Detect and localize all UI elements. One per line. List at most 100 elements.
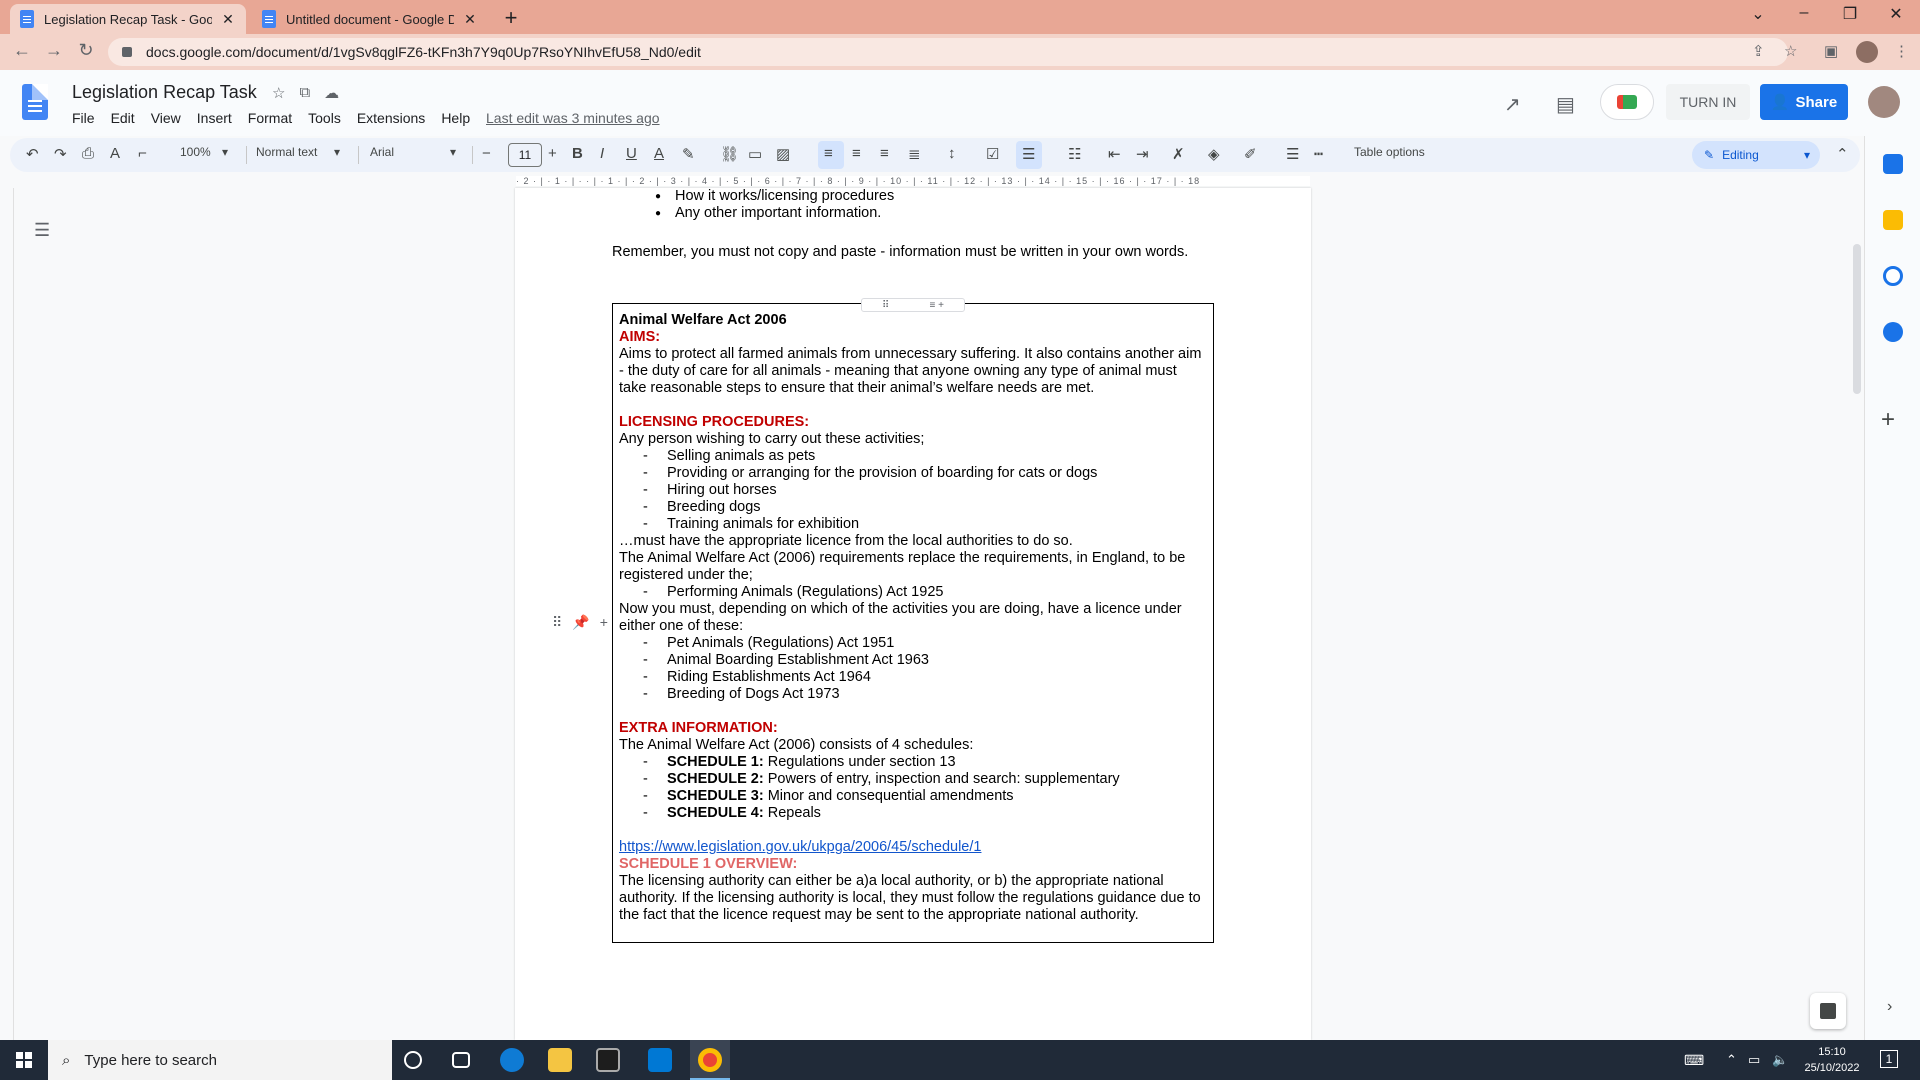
paint-format-icon[interactable]: ⌐ [138,145,147,162]
account-avatar[interactable] [1868,86,1900,118]
image-icon[interactable]: ▨ [776,145,790,163]
cell-fill-icon[interactable]: ◈ [1208,145,1220,163]
bookmark-star-icon[interactable]: ☆ [1784,42,1797,60]
notification-count[interactable]: 1 [1880,1050,1898,1068]
turn-in-button[interactable]: TURN IN [1666,84,1750,120]
style-chevron-icon[interactable]: ▾ [334,145,340,159]
menu-format[interactable]: Format [248,110,292,126]
tasks-icon[interactable] [1883,266,1903,286]
calendar-icon[interactable] [1883,154,1903,174]
increase-font-size-icon[interactable]: + [548,145,557,162]
zoom-chevron-icon[interactable]: ▾ [222,145,228,159]
legislation-link[interactable]: https://www.legislation.gov.uk/ukpga/200… [619,839,1207,856]
clear-formatting-icon[interactable]: ✗ [1172,145,1185,163]
back-button[interactable]: ← [10,40,34,61]
volume-icon[interactable]: 🔈 [1772,1052,1788,1068]
document-page[interactable]: How it works/licensing procedures Any ot… [515,188,1311,1040]
align-left-icon[interactable]: ≡ [824,145,833,162]
table-cell[interactable]: Animal Welfare Act 2006 AIMS: Aims to pr… [619,312,1207,924]
content-table[interactable]: ⠿ ≡ + Animal Welfare Act 2006 AIMS: Aims… [612,298,1214,943]
browser-tab-untitled[interactable]: Untitled document - Google Doc ✕ [252,4,488,34]
share-button[interactable]: 👤 Share [1760,84,1848,120]
justify-icon[interactable]: ≣ [908,145,921,163]
menu-file[interactable]: File [72,110,95,126]
redo-icon[interactable]: ↷ [54,145,67,163]
font-select[interactable]: Arial [370,145,394,159]
mail-icon[interactable] [648,1048,672,1072]
menu-edit[interactable]: Edit [111,110,135,126]
menu-help[interactable]: Help [441,110,470,126]
restore-button[interactable]: ❐ [1830,4,1870,24]
store-icon[interactable] [596,1048,620,1072]
forward-button[interactable]: → [42,40,66,61]
link-icon[interactable]: ⛓ [720,145,739,163]
increase-indent-icon[interactable]: ⇥ [1136,145,1149,163]
text-color-icon[interactable]: A [654,145,664,162]
meet-button[interactable] [1600,84,1654,120]
taskbar-search[interactable]: ⌕ Type here to search [48,1040,392,1080]
bulleted-list-icon[interactable]: ☰ [1022,145,1035,163]
table-options-button[interactable]: Table options [1354,145,1425,159]
add-row-icon[interactable]: + [600,614,608,631]
explore-button[interactable] [1810,993,1846,1029]
comment-icon[interactable]: ▭ [748,145,762,163]
zoom-select[interactable]: 100% [180,145,211,159]
line-spacing-icon[interactable]: ↕ [948,145,956,162]
keyboard-icon[interactable]: ⌨ [1684,1052,1704,1068]
editing-mode-select[interactable]: ✎ Editing ▾ [1692,141,1820,169]
border-width-icon[interactable]: ☰ [1286,145,1299,163]
border-dash-icon[interactable]: ┅ [1314,145,1323,163]
ruler-scale[interactable]: · 2 · | · 1 · | · · | · 1 · | · 2 · | · … [516,176,1310,186]
edge-icon[interactable] [500,1048,524,1072]
italic-icon[interactable]: I [600,145,604,162]
menu-insert[interactable]: Insert [197,110,232,126]
underline-icon[interactable]: U [626,145,637,162]
menu-extensions[interactable]: Extensions [357,110,425,126]
star-icon[interactable]: ☆ [272,84,285,102]
cortana-icon[interactable] [404,1051,422,1069]
keep-icon[interactable] [1883,210,1903,230]
font-size-input[interactable]: 11 [508,143,542,167]
browser-profile-avatar[interactable] [1856,41,1878,63]
close-tab-icon[interactable]: ✕ [462,11,478,28]
network-icon[interactable]: ▭ [1748,1052,1760,1068]
menu-tools[interactable]: Tools [308,110,341,126]
drag-grip-icon[interactable]: ⠿ [552,614,562,631]
get-addons-icon[interactable]: + [1881,406,1895,434]
bold-icon[interactable]: B [572,145,583,162]
decrease-font-size-icon[interactable]: − [482,145,491,162]
align-center-icon[interactable]: ≡ [852,145,861,162]
border-color-icon[interactable]: ✐ [1244,145,1257,163]
cloud-status-icon[interactable]: ☁ [324,84,339,102]
font-chevron-icon[interactable]: ▾ [450,145,456,159]
contacts-icon[interactable] [1883,322,1903,342]
pin-row-icon[interactable]: 📌 [572,614,589,631]
numbered-list-icon[interactable]: ☷ [1068,145,1081,163]
decrease-indent-icon[interactable]: ⇤ [1108,145,1121,163]
task-view-icon[interactable] [452,1052,470,1068]
scroll-thumb[interactable] [1853,244,1861,394]
browser-tab-legislation[interactable]: Legislation Recap Task - Google D ✕ [10,4,246,34]
docs-logo-icon[interactable] [22,84,48,120]
new-tab-button[interactable]: + [498,5,524,31]
expand-panel-icon[interactable]: › [1887,998,1892,1016]
side-panel-icon[interactable]: ▣ [1824,42,1838,60]
paragraph-style-select[interactable]: Normal text [256,145,317,159]
browser-menu-icon[interactable]: ⋮ [1894,42,1909,60]
activity-trend-icon[interactable]: ↗ [1504,92,1521,117]
reload-button[interactable]: ↻ [74,40,98,61]
collapse-menus-icon[interactable]: ⌃ [1836,145,1849,163]
file-explorer-icon[interactable] [548,1048,572,1072]
align-right-icon[interactable]: ≡ [880,145,889,162]
clock[interactable]: 15:10 25/10/2022 [1800,1044,1864,1076]
minimize-button[interactable]: – [1784,4,1824,22]
windows-start-icon[interactable] [16,1052,32,1068]
document-outline-icon[interactable]: ☰ [34,220,50,241]
print-icon[interactable]: ⎙ [82,145,94,162]
move-folder-icon[interactable]: ⧉ [299,84,310,102]
close-window-button[interactable]: ✕ [1876,4,1916,24]
checklist-icon[interactable]: ☑ [986,145,999,163]
table-drag-handle[interactable]: ⠿ ≡ + [861,298,965,312]
comments-icon[interactable]: ▤ [1556,92,1575,117]
highlight-icon[interactable]: ✎ [682,145,695,163]
